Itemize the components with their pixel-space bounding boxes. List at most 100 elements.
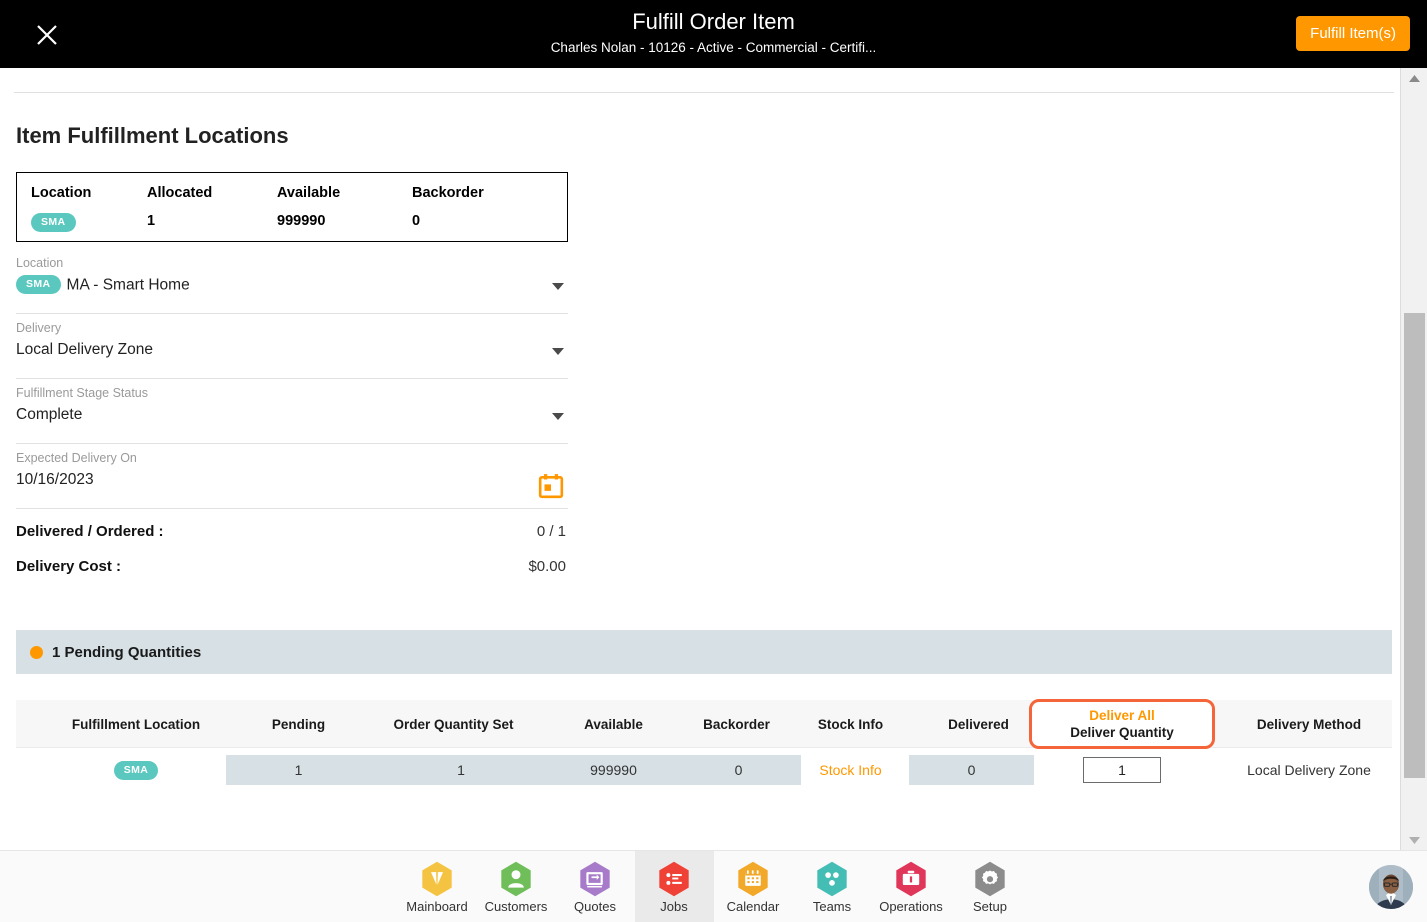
summary-allocated-value: 1 — [147, 213, 156, 229]
summary-backorder-value: 0 — [412, 213, 421, 229]
grid-col-stock-info: Stock Info — [817, 716, 884, 732]
operations-icon — [896, 861, 926, 897]
grid-col-fulfillment-location: Fulfillment Location — [71, 716, 201, 732]
grid-col-pending: Pending — [271, 716, 326, 732]
summary-col-allocated: Allocated — [147, 185, 213, 201]
pending-quantities-label: 1 Pending Quantities — [52, 643, 202, 661]
delivery-cost-label: Delivery Cost : — [16, 558, 122, 575]
nav-item-quotes[interactable]: Quotes — [556, 851, 635, 922]
nav-item-list: Mainboard Customers Quotes Jobs Calendar… — [0, 851, 1427, 922]
row-delivered: 0 — [909, 755, 1034, 785]
nav-item-teams[interactable]: Teams — [793, 851, 872, 922]
nav-label-quotes: Quotes — [574, 899, 616, 914]
nav-label-teams: Teams — [812, 899, 852, 914]
row-delivery-method: Local Delivery Zone — [1247, 762, 1371, 778]
chevron-down-icon[interactable] — [552, 283, 564, 290]
row-order-quantity-set: 1 — [371, 755, 551, 785]
fulfillment-stage-status-field[interactable]: Fulfillment Stage Status Complete — [16, 380, 568, 444]
summary-data-row: SMA 1 999990 0 — [17, 213, 569, 232]
chevron-down-icon[interactable] — [552, 348, 564, 355]
bottom-navigation-bar: Mainboard Customers Quotes Jobs Calendar… — [0, 850, 1427, 922]
user-avatar[interactable] — [1369, 865, 1413, 909]
nav-label-customers: Customers — [484, 899, 548, 914]
delivered-ordered-row: Delivered / Ordered : 0 / 1 — [16, 523, 568, 549]
table-row: SMA 1 1 999990 0 Stock Info 0 Local Deli… — [16, 748, 1392, 798]
nav-label-jobs: Jobs — [660, 899, 688, 914]
location-field[interactable]: Location SMA MA - Smart Home — [16, 250, 568, 314]
summary-header-row: Location Allocated Available Backorder — [17, 185, 569, 201]
delivered-ordered-label: Delivered / Ordered : — [16, 523, 164, 540]
calendar-icon — [738, 861, 768, 897]
nav-label-calendar: Calendar — [726, 899, 780, 914]
row-fulfillment-location: SMA — [16, 755, 256, 785]
delivery-field-value: Local Delivery Zone — [16, 341, 153, 358]
section-title: Item Fulfillment Locations — [16, 123, 289, 148]
page-title: Fulfill Order Item — [632, 9, 795, 34]
scroll-up-arrow-icon[interactable] — [1401, 68, 1427, 88]
location-badge: SMA — [31, 213, 76, 232]
row-available: 999990 — [551, 755, 676, 785]
delivery-field-label: Delivery — [16, 321, 62, 335]
location-field-label: Location — [16, 256, 64, 270]
delivered-ordered-value: 0 / 1 — [536, 523, 566, 540]
location-field-value: SMA MA - Smart Home — [16, 275, 190, 295]
grid-col-delivery-method: Delivery Method — [1256, 716, 1362, 732]
row-deliver-quantity-cell — [1029, 755, 1215, 785]
vertical-scrollbar[interactable] — [1400, 68, 1427, 850]
location-field-badge: SMA — [16, 275, 61, 294]
modal-header: Fulfill Order Item Charles Nolan - 10126… — [0, 0, 1427, 68]
grid-col-order-quantity-set: Order Quantity Set — [393, 716, 514, 732]
deliver-quantity-input[interactable] — [1083, 757, 1161, 783]
teams-icon — [817, 861, 847, 897]
customers-icon — [501, 861, 531, 897]
mainboard-icon — [422, 861, 452, 897]
nav-label-setup: Setup — [973, 899, 1007, 914]
delivery-field[interactable]: Delivery Local Delivery Zone — [16, 315, 568, 379]
modal-content: Item Fulfillment Locations Location Allo… — [0, 68, 1400, 850]
location-field-text: MA - Smart Home — [66, 276, 190, 294]
chevron-down-icon[interactable] — [552, 413, 564, 420]
nav-label-operations: Operations — [879, 899, 943, 914]
grid-header-row: Fulfillment Location Pending Order Quant… — [16, 699, 1392, 749]
delivery-cost-row: Delivery Cost : $0.00 — [16, 558, 568, 584]
expected-delivery-on-field[interactable]: Expected Delivery On 10/16/2023 — [16, 445, 568, 509]
fulfillment-summary-table: Location Allocated Available Backorder S… — [16, 172, 568, 242]
nav-item-mainboard[interactable]: Mainboard — [398, 851, 477, 922]
row-stock-info-link[interactable]: Stock Info — [778, 755, 923, 785]
nav-item-jobs[interactable]: Jobs — [634, 851, 714, 922]
nav-label-mainboard: Mainboard — [406, 899, 468, 914]
deliver-quantity-label: Deliver Quantity — [1070, 725, 1174, 740]
nav-item-operations[interactable]: Operations — [872, 851, 951, 922]
summary-col-available: Available — [277, 185, 341, 201]
pending-quantities-banner[interactable]: 1 Pending Quantities — [16, 630, 1392, 674]
summary-col-location: Location — [31, 185, 92, 201]
content-divider — [14, 92, 1394, 93]
expected-delivery-on-value: 10/16/2023 — [16, 471, 94, 488]
deliver-all-link[interactable]: Deliver All — [1089, 707, 1155, 724]
quotes-icon — [580, 861, 610, 897]
jobs-icon — [659, 861, 689, 897]
scroll-down-arrow-icon[interactable] — [1401, 830, 1427, 850]
fulfillment-stage-status-label: Fulfillment Stage Status — [16, 386, 149, 400]
summary-available-value: 999990 — [277, 213, 326, 229]
scrollbar-thumb[interactable] — [1404, 313, 1425, 778]
calendar-icon[interactable] — [538, 473, 564, 504]
row-pending: 1 — [226, 755, 371, 785]
fulfill-items-button[interactable]: Fulfill Item(s) — [1296, 16, 1410, 51]
pending-quantities-grid: Fulfillment Location Pending Order Quant… — [16, 699, 1392, 798]
summary-col-backorder: Backorder — [412, 185, 484, 201]
status-dot-icon — [30, 645, 43, 659]
location-badge: SMA — [113, 760, 159, 780]
nav-item-customers[interactable]: Customers — [477, 851, 556, 922]
grid-col-deliver-quantity: Deliver All Deliver Quantity — [1029, 699, 1215, 749]
header-title-group: Fulfill Order Item Charles Nolan - 10126… — [0, 8, 1427, 59]
summary-location-cell: SMA — [17, 213, 147, 232]
expected-delivery-on-label: Expected Delivery On — [16, 451, 137, 465]
nav-item-setup[interactable]: Setup — [951, 851, 1030, 922]
fulfill-order-item-screen: Fulfill Order Item Charles Nolan - 10126… — [0, 0, 1427, 922]
header-subtitle: Charles Nolan - 10126 - Active - Commerc… — [550, 40, 877, 55]
nav-item-calendar[interactable]: Calendar — [714, 851, 793, 922]
fulfillment-stage-status-value: Complete — [16, 406, 83, 423]
setup-icon — [975, 861, 1005, 897]
delivery-cost-value: $0.00 — [528, 558, 566, 575]
